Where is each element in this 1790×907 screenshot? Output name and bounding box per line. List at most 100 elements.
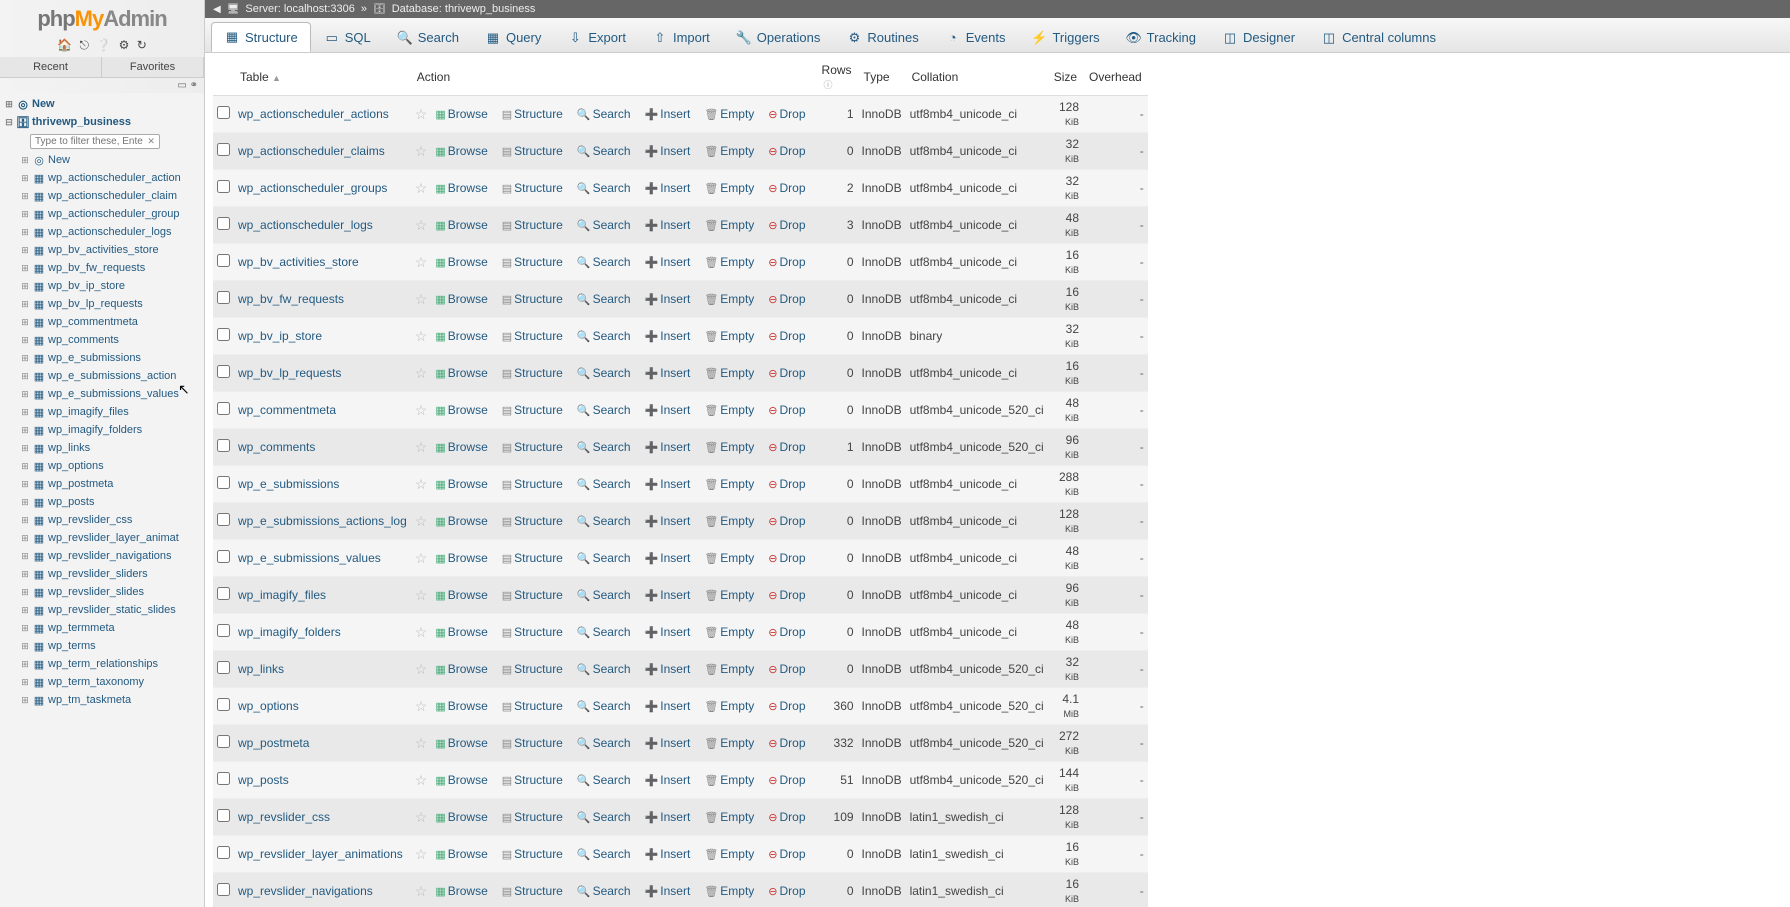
browse-action[interactable]: ▦Browse	[435, 366, 487, 380]
drop-action[interactable]: ⊖Drop	[768, 255, 805, 269]
browse-action[interactable]: ▦Browse	[435, 810, 487, 824]
clear-filter-icon[interactable]: ✕	[147, 136, 155, 146]
browse-action[interactable]: ▦Browse	[435, 662, 487, 676]
insert-action[interactable]: ➕Insert	[645, 514, 691, 528]
expand-icon[interactable]: ⊞	[20, 317, 30, 328]
expand-icon[interactable]: ⊞	[20, 425, 30, 436]
col-size[interactable]: Size	[1048, 59, 1083, 96]
tab-designer[interactable]: ◫Designer	[1209, 22, 1308, 52]
expand-icon[interactable]: ⊞	[20, 659, 30, 670]
tab-sql[interactable]: ▭SQL	[311, 22, 384, 52]
expand-icon[interactable]: ⊞	[20, 569, 30, 580]
collapse-icon[interactable]: ⊟	[4, 117, 14, 128]
search-action[interactable]: 🔍Search	[577, 255, 631, 269]
row-checkbox[interactable]	[217, 624, 230, 637]
table-name-link[interactable]: wp_bv_fw_requests	[238, 292, 344, 306]
tree-table[interactable]: ⊞▦wp_e_submissions_values	[0, 385, 204, 403]
collapse-icon[interactable]: ▭	[177, 80, 186, 91]
tree-table[interactable]: ⊞▦wp_bv_ip_store	[0, 277, 204, 295]
tree-table[interactable]: ⊞▦wp_links	[0, 439, 204, 457]
tab-operations[interactable]: 🔧Operations	[723, 22, 834, 52]
settings-icon[interactable]: ⚙	[119, 38, 130, 52]
table-name-link[interactable]: wp_posts	[238, 773, 289, 787]
insert-action[interactable]: ➕Insert	[645, 551, 691, 565]
drop-action[interactable]: ⊖Drop	[768, 477, 805, 491]
empty-action[interactable]: 🗑Empty	[704, 699, 754, 713]
table-name-link[interactable]: wp_e_submissions	[238, 477, 339, 491]
expand-icon[interactable]: ⊞	[20, 587, 30, 598]
empty-action[interactable]: 🗑Empty	[704, 292, 754, 306]
search-action[interactable]: 🔍Search	[577, 477, 631, 491]
tree-table[interactable]: ⊞▦wp_commentmeta	[0, 313, 204, 331]
structure-action[interactable]: ▤Structure	[502, 699, 563, 713]
expand-icon[interactable]: ⊞	[20, 695, 30, 706]
favorite-star-icon[interactable]: ☆	[415, 661, 428, 677]
expand-icon[interactable]: ⊞	[20, 335, 30, 346]
drop-action[interactable]: ⊖Drop	[768, 588, 805, 602]
tree-table[interactable]: ⊞▦wp_e_submissions_action	[0, 367, 204, 385]
table-name-link[interactable]: wp_actionscheduler_groups	[238, 181, 387, 195]
empty-action[interactable]: 🗑Empty	[704, 662, 754, 676]
structure-action[interactable]: ▤Structure	[502, 366, 563, 380]
favorite-star-icon[interactable]: ☆	[415, 439, 428, 455]
row-checkbox[interactable]	[217, 883, 230, 896]
drop-action[interactable]: ⊖Drop	[768, 440, 805, 454]
tree-new-db[interactable]: ⊞◎New	[0, 95, 204, 113]
col-type[interactable]: Type	[858, 59, 906, 96]
search-action[interactable]: 🔍Search	[577, 699, 631, 713]
structure-action[interactable]: ▤Structure	[502, 477, 563, 491]
favorite-star-icon[interactable]: ☆	[415, 772, 428, 788]
tree-table[interactable]: ⊞▦wp_postmeta	[0, 475, 204, 493]
table-name-link[interactable]: wp_imagify_folders	[238, 625, 341, 639]
insert-action[interactable]: ➕Insert	[645, 662, 691, 676]
tree-table[interactable]: ⊞▦wp_revslider_slides	[0, 583, 204, 601]
insert-action[interactable]: ➕Insert	[645, 847, 691, 861]
breadcrumb-database[interactable]: Database: thrivewp_business	[392, 3, 536, 15]
tree-table[interactable]: ⊞◎New	[0, 151, 204, 169]
expand-icon[interactable]: ⊞	[20, 209, 30, 220]
browse-action[interactable]: ▦Browse	[435, 218, 487, 232]
empty-action[interactable]: 🗑Empty	[704, 884, 754, 898]
tree-table[interactable]: ⊞▦wp_revslider_static_slides	[0, 601, 204, 619]
favorite-star-icon[interactable]: ☆	[415, 735, 428, 751]
breadcrumb-server[interactable]: Server: localhost:3306	[245, 3, 354, 15]
tree-table[interactable]: ⊞▦wp_actionscheduler_claim	[0, 187, 204, 205]
search-action[interactable]: 🔍Search	[577, 588, 631, 602]
empty-action[interactable]: 🗑Empty	[704, 810, 754, 824]
search-action[interactable]: 🔍Search	[577, 736, 631, 750]
table-name-link[interactable]: wp_actionscheduler_claims	[238, 144, 385, 158]
insert-action[interactable]: ➕Insert	[645, 699, 691, 713]
browse-action[interactable]: ▦Browse	[435, 329, 487, 343]
search-action[interactable]: 🔍Search	[577, 810, 631, 824]
row-checkbox[interactable]	[217, 735, 230, 748]
tab-routines[interactable]: ⚙Routines	[833, 22, 931, 52]
tree-table[interactable]: ⊞▦wp_term_taxonomy	[0, 673, 204, 691]
search-action[interactable]: 🔍Search	[577, 514, 631, 528]
expand-icon[interactable]: ⊞	[4, 99, 14, 110]
tab-query[interactable]: ▦Query	[472, 22, 554, 52]
structure-action[interactable]: ▤Structure	[502, 403, 563, 417]
insert-action[interactable]: ➕Insert	[645, 292, 691, 306]
drop-action[interactable]: ⊖Drop	[768, 218, 805, 232]
search-action[interactable]: 🔍Search	[577, 847, 631, 861]
row-checkbox[interactable]	[217, 180, 230, 193]
favorite-star-icon[interactable]: ☆	[415, 143, 428, 159]
favorite-star-icon[interactable]: ☆	[415, 217, 428, 233]
browse-action[interactable]: ▦Browse	[435, 181, 487, 195]
tree-table[interactable]: ⊞▦wp_actionscheduler_group	[0, 205, 204, 223]
tree-db[interactable]: ⊟🗄thrivewp_business	[0, 113, 204, 131]
drop-action[interactable]: ⊖Drop	[768, 773, 805, 787]
row-checkbox[interactable]	[217, 402, 230, 415]
structure-action[interactable]: ▤Structure	[502, 144, 563, 158]
db-tree[interactable]: ↖ ⊞◎New⊟🗄thrivewp_business ✕⊞◎New⊞▦wp_ac…	[0, 93, 204, 907]
row-checkbox[interactable]	[217, 365, 230, 378]
tab-export[interactable]: ⇩Export	[554, 22, 639, 52]
structure-action[interactable]: ▤Structure	[502, 662, 563, 676]
browse-action[interactable]: ▦Browse	[435, 625, 487, 639]
insert-action[interactable]: ➕Insert	[645, 144, 691, 158]
row-checkbox[interactable]	[217, 476, 230, 489]
table-name-link[interactable]: wp_revslider_layer_animations	[238, 847, 403, 861]
empty-action[interactable]: 🗑Empty	[704, 440, 754, 454]
panel-toggle-icon[interactable]: ◀	[213, 4, 221, 15]
expand-icon[interactable]: ⊞	[20, 173, 30, 184]
